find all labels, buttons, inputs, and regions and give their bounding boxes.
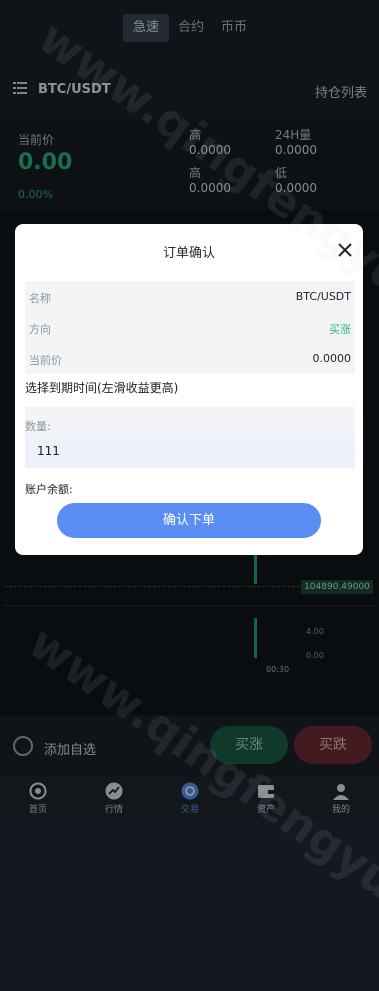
quantity-input[interactable]	[25, 434, 355, 468]
row-label: 方向	[29, 323, 51, 336]
price-row: 当前价 0.0000	[25, 343, 355, 374]
row-label: 当前价	[29, 354, 62, 367]
order-confirm-dialog: 订单确认 名称 BTC/USDT 方向 买涨 当前价 0.0000 选择到期时间…	[15, 224, 363, 555]
row-value: 0.0000	[312, 352, 352, 365]
balance-label: 账户余额:	[25, 483, 73, 496]
expiry-label: 选择到期时间(左滑收益更高)	[25, 381, 179, 395]
quantity-label: 数量:	[25, 420, 51, 433]
confirm-order-button[interactable]: 确认下单	[57, 503, 321, 538]
name-row: 名称 BTC/USDT	[25, 281, 355, 312]
row-value: BTC/USDT	[295, 290, 351, 303]
row-label: 名称	[29, 292, 51, 305]
row-value: 买涨	[329, 323, 351, 336]
direction-row: 方向 买涨	[25, 312, 355, 343]
